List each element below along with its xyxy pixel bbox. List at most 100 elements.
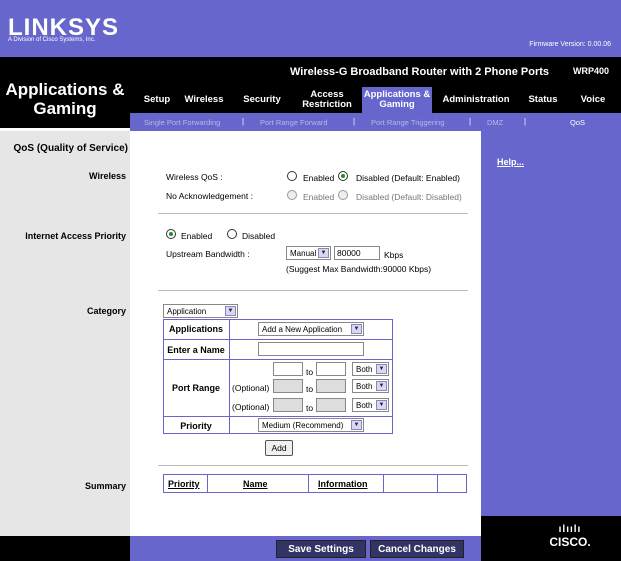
product-name: Wireless-G Broadband Router with 2 Phone… bbox=[290, 66, 550, 78]
port-end-input-3[interactable] bbox=[316, 398, 346, 412]
subtab-qos[interactable]: QoS bbox=[570, 118, 585, 127]
protocol-select-2[interactable]: Both ▼ bbox=[352, 379, 389, 393]
tab-setup[interactable]: Setup bbox=[138, 87, 176, 113]
qos-title: QoS (Quality of Service) bbox=[13, 143, 128, 154]
enter-name-label: Enter a Name bbox=[167, 345, 225, 355]
tab-applications-gaming[interactable]: Applications & Gaming bbox=[362, 87, 432, 113]
left-column bbox=[0, 131, 130, 536]
internet-priority-enabled-radio[interactable] bbox=[166, 229, 176, 239]
chevron-down-icon: ▼ bbox=[376, 381, 387, 391]
applications-select[interactable]: Add a New Application ▼ bbox=[258, 322, 364, 336]
no-ack-disabled-radio[interactable] bbox=[338, 190, 348, 200]
to-label: to bbox=[306, 367, 314, 377]
chevron-down-icon: ▼ bbox=[351, 420, 362, 430]
tab-access-restriction[interactable]: Access Restriction bbox=[292, 87, 362, 113]
subtab-port-range-forward[interactable]: Port Range Forward bbox=[260, 118, 328, 127]
tab-voice[interactable]: Voice bbox=[570, 87, 616, 113]
table-col-divider bbox=[207, 474, 208, 493]
port-start-input-3[interactable] bbox=[273, 398, 303, 412]
port-start-input-2[interactable] bbox=[273, 379, 303, 393]
priority-select[interactable]: Medium (Recommend) ▼ bbox=[258, 418, 364, 432]
subtab-separator: | bbox=[469, 117, 472, 126]
upstream-bandwidth-input[interactable]: 80000 bbox=[334, 246, 380, 260]
divider bbox=[158, 290, 468, 291]
chevron-down-icon: ▼ bbox=[376, 400, 387, 410]
upstream-bandwidth-label: Upstream Bandwidth : bbox=[166, 249, 250, 259]
port-range-label: Port Range bbox=[171, 383, 220, 393]
model-name: WRP400 bbox=[572, 66, 609, 76]
suggest-bandwidth-text: (Suggest Max Bandwidth:90000 Kbps) bbox=[286, 264, 432, 274]
table-row-divider bbox=[163, 416, 393, 417]
subtab-separator: | bbox=[242, 117, 245, 126]
no-ack-disabled-label: Disabled (Default: Disabled) bbox=[356, 192, 462, 202]
chevron-down-icon: ▼ bbox=[318, 248, 329, 258]
upstream-mode-select[interactable]: Manual ▼ bbox=[286, 246, 331, 260]
to-label: to bbox=[306, 384, 314, 394]
tab-administration[interactable]: Administration bbox=[436, 87, 516, 113]
no-ack-enabled-radio[interactable] bbox=[287, 190, 297, 200]
divider bbox=[158, 213, 468, 214]
cisco-logo: ılıılı CISCO. bbox=[540, 524, 600, 548]
firmware-version: Firmware Version: 0.00.06 bbox=[529, 41, 611, 48]
upstream-mode-value: Manual bbox=[290, 248, 317, 258]
upstream-unit: Kbps bbox=[384, 250, 404, 260]
summary-section-label: Summary bbox=[84, 481, 126, 491]
subtab-dmz[interactable]: DMZ bbox=[487, 118, 503, 127]
chevron-down-icon: ▼ bbox=[225, 306, 236, 316]
protocol-value: Both bbox=[356, 381, 373, 391]
protocol-value: Both bbox=[356, 400, 373, 410]
chevron-down-icon: ▼ bbox=[376, 364, 387, 374]
right-column bbox=[481, 131, 621, 536]
chevron-down-icon: ▼ bbox=[351, 324, 362, 334]
internet-priority-enabled-label: Enabled bbox=[181, 231, 213, 241]
optional-label: (Optional) bbox=[232, 402, 270, 412]
applications-label: Applications bbox=[168, 324, 223, 334]
table-col-divider bbox=[437, 474, 438, 493]
port-end-input-2[interactable] bbox=[316, 379, 346, 393]
port-start-input-1[interactable] bbox=[273, 362, 303, 376]
optional-label: (Optional) bbox=[232, 383, 270, 393]
cancel-changes-button[interactable]: Cancel Changes bbox=[370, 540, 464, 558]
no-ack-enabled-label: Enabled bbox=[303, 192, 335, 202]
logo-subtitle: A Division of Cisco Systems, Inc. bbox=[8, 37, 96, 43]
help-link[interactable]: Help... bbox=[497, 157, 524, 167]
protocol-select-1[interactable]: Both ▼ bbox=[352, 362, 389, 376]
tab-security[interactable]: Security bbox=[234, 87, 290, 113]
wireless-qos-enabled-radio[interactable] bbox=[287, 171, 297, 181]
wireless-qos-disabled-radio[interactable] bbox=[338, 171, 348, 181]
priority-label: Priority bbox=[180, 421, 212, 431]
divider bbox=[158, 465, 468, 466]
port-end-input-1[interactable] bbox=[316, 362, 346, 376]
applications-value: Add a New Application bbox=[262, 324, 343, 334]
category-value: Application bbox=[167, 306, 207, 316]
wireless-qos-disabled-label: Disabled (Default: Enabled) bbox=[356, 173, 460, 183]
wireless-section-label: Wireless bbox=[89, 171, 126, 181]
section-title: Applications & Gaming bbox=[0, 58, 130, 128]
subtab-port-range-triggering[interactable]: Port Range Triggering bbox=[371, 118, 444, 127]
internet-priority-disabled-label: Disabled bbox=[242, 231, 276, 241]
table-col-divider bbox=[229, 319, 230, 434]
wireless-qos-enabled-label: Enabled bbox=[303, 173, 335, 183]
protocol-select-3[interactable]: Both ▼ bbox=[352, 398, 389, 412]
tab-wireless[interactable]: Wireless bbox=[176, 87, 232, 113]
to-label: to bbox=[306, 403, 314, 413]
summary-information-header[interactable]: Information bbox=[318, 479, 368, 489]
internet-priority-disabled-radio[interactable] bbox=[227, 229, 237, 239]
save-settings-button[interactable]: Save Settings bbox=[276, 540, 366, 558]
sub-tabs: Single Port Forwarding | Port Range Forw… bbox=[130, 116, 621, 131]
summary-name-header[interactable]: Name bbox=[243, 479, 268, 489]
subtab-single-port-forwarding[interactable]: Single Port Forwarding bbox=[144, 118, 220, 127]
category-select[interactable]: Application ▼ bbox=[163, 304, 238, 318]
table-col-divider bbox=[308, 474, 309, 493]
internet-priority-section-label: Internet Access Priority bbox=[25, 231, 126, 241]
tab-status[interactable]: Status bbox=[520, 87, 566, 113]
add-button[interactable]: Add bbox=[265, 440, 293, 456]
subtab-separator: | bbox=[524, 117, 527, 126]
summary-priority-header[interactable]: Priority bbox=[168, 479, 200, 489]
main-tabs: Setup Wireless Security Access Restricti… bbox=[130, 87, 621, 113]
table-col-divider bbox=[383, 474, 384, 493]
priority-value: Medium (Recommend) bbox=[262, 420, 344, 430]
application-name-input[interactable] bbox=[258, 342, 364, 356]
footer-left bbox=[0, 536, 130, 561]
no-ack-label: No Acknowledgement : bbox=[166, 191, 253, 201]
